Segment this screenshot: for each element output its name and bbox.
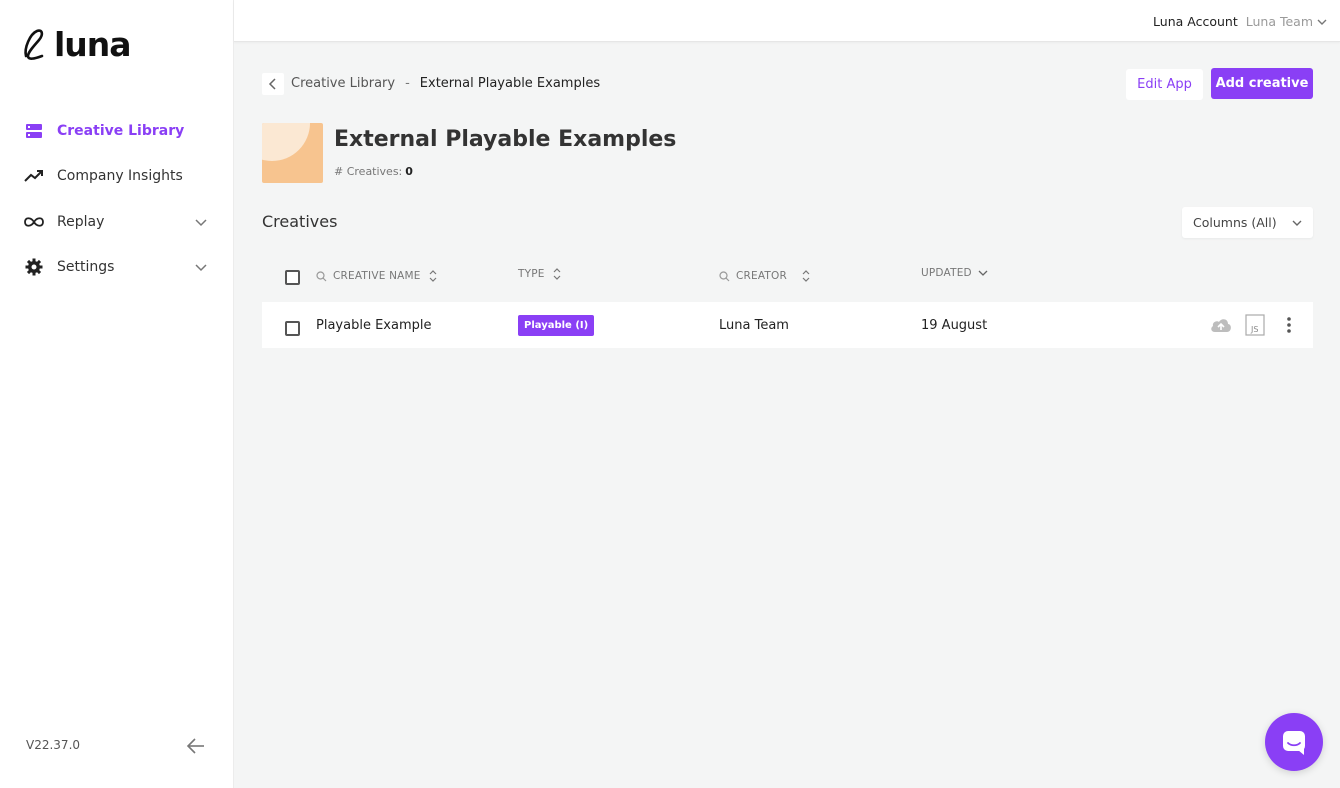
row-actions: JS	[1209, 302, 1301, 348]
sidebar-item-label: Creative Library	[57, 122, 185, 139]
header-label: CREATIVE NAME	[333, 270, 421, 282]
creator-cell: Luna Team	[719, 317, 789, 333]
sidebar-item-settings[interactable]: Settings	[0, 245, 234, 291]
creative-name-cell[interactable]: Playable Example	[316, 302, 431, 348]
header-label: CREATOR	[736, 270, 788, 282]
account-name: Luna Account	[1153, 14, 1238, 29]
header-updated[interactable]: UPDATED	[921, 267, 988, 279]
chevron-left-icon	[268, 78, 276, 90]
header-creative-name[interactable]: CREATIVE NAME	[316, 269, 438, 283]
creatives-count-value: 0	[405, 165, 413, 178]
page-title: External Playable Examples	[334, 127, 677, 152]
edit-app-button[interactable]: Edit App	[1126, 69, 1203, 100]
sort-icon[interactable]	[428, 269, 438, 283]
more-options-icon[interactable]	[1277, 313, 1301, 337]
add-creative-button[interactable]: Add creative	[1211, 68, 1313, 99]
type-cell: Playable (I)	[518, 302, 595, 348]
columns-dropdown-value: Columns (All)	[1193, 215, 1277, 230]
chat-support-button[interactable]	[1265, 713, 1323, 771]
columns-dropdown[interactable]: Columns (All)	[1182, 207, 1313, 238]
sidebar: luna Creative Library Company Insights R…	[0, 0, 234, 788]
gear-icon	[24, 257, 44, 277]
sort-icon[interactable]	[552, 267, 562, 281]
chevron-down-icon	[1292, 220, 1302, 226]
table-row[interactable]: Playable Example Playable (I) Luna Team …	[262, 302, 1313, 348]
search-icon[interactable]	[316, 270, 327, 282]
header-type[interactable]: TYPE	[518, 267, 562, 281]
breadcrumb-separator: -	[405, 76, 410, 91]
updated-cell: 19 August	[921, 317, 988, 333]
sidebar-nav: Creative Library Company Insights Replay	[0, 108, 234, 290]
header-label: TYPE	[518, 268, 545, 280]
section-title: Creatives	[262, 212, 338, 231]
creatives-count-label: # Creatives:	[334, 165, 403, 178]
luna-logo-mark-icon	[24, 29, 44, 60]
sort-icon[interactable]	[801, 269, 811, 283]
account-switcher[interactable]: Luna Account Luna Team	[1153, 14, 1327, 29]
sidebar-item-label: Replay	[57, 213, 105, 230]
svg-text:JS: JS	[1250, 325, 1258, 334]
upload-cloud-icon[interactable]	[1209, 313, 1233, 337]
js-file-icon[interactable]: JS	[1243, 313, 1267, 337]
sidebar-item-label: Settings	[57, 259, 115, 276]
header-label: UPDATED	[921, 267, 972, 279]
table-header: CREATIVE NAME TYPE CREATOR UPDATED	[262, 260, 1313, 294]
topbar: Luna Account Luna Team	[234, 0, 1340, 42]
app-version: V22.37.0	[26, 738, 81, 752]
chat-icon	[1283, 731, 1305, 755]
chevron-down-icon[interactable]	[194, 260, 208, 274]
sidebar-item-replay[interactable]: Replay	[0, 199, 234, 245]
team-name: Luna Team	[1245, 14, 1313, 29]
back-button[interactable]	[262, 73, 284, 95]
trend-icon	[24, 166, 44, 186]
chevron-down-icon[interactable]	[194, 215, 208, 229]
sidebar-item-creative-library[interactable]: Creative Library	[0, 108, 234, 154]
row-checkbox[interactable]	[285, 321, 300, 336]
breadcrumb-current: External Playable Examples	[419, 76, 601, 91]
collapse-sidebar-arrow-icon[interactable]	[185, 735, 207, 757]
luna-logo[interactable]: luna	[22, 24, 132, 64]
sidebar-item-company-insights[interactable]: Company Insights	[0, 154, 234, 200]
app-thumbnail	[262, 123, 323, 183]
chevron-down-icon[interactable]	[978, 268, 988, 278]
brand-name: luna	[54, 24, 132, 64]
sidebar-item-label: Company Insights	[57, 168, 183, 185]
header-creator[interactable]: CREATOR	[719, 269, 811, 283]
breadcrumb: Creative Library - External Playable Exa…	[291, 76, 600, 91]
chevron-down-icon	[1317, 19, 1327, 25]
type-badge: Playable (I)	[518, 314, 595, 336]
creatives-count: # Creatives: 0	[334, 165, 413, 178]
infinity-icon	[24, 212, 44, 232]
search-icon[interactable]	[719, 270, 730, 282]
library-icon	[24, 121, 44, 141]
breadcrumb-creative-library[interactable]: Creative Library	[291, 76, 395, 91]
select-all-checkbox[interactable]	[285, 270, 300, 285]
